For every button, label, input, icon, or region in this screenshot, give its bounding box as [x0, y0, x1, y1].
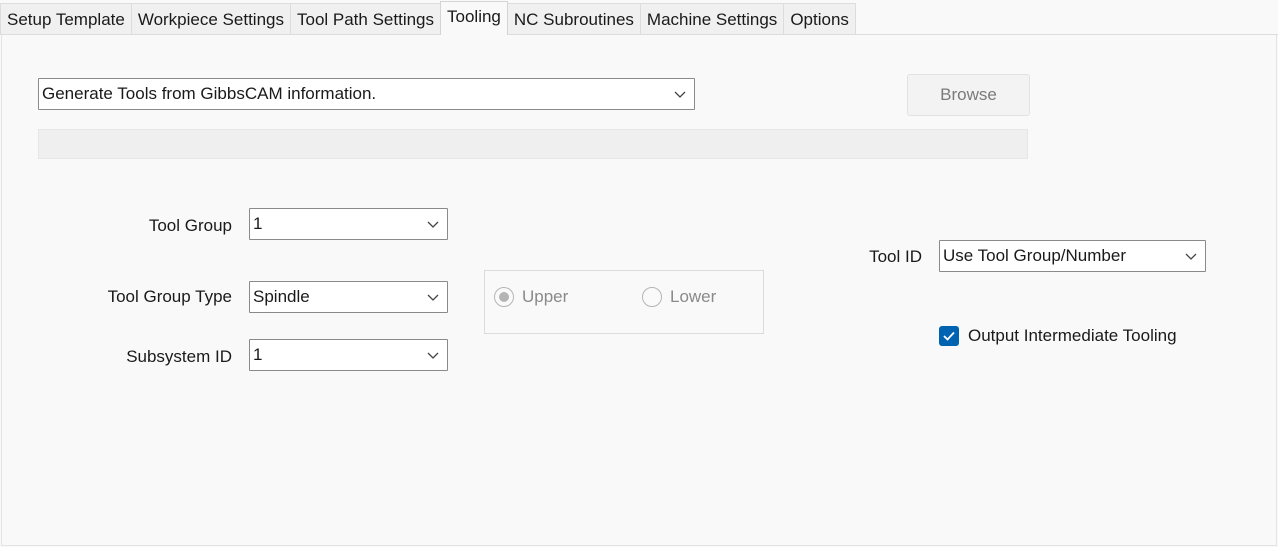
output-intermediate-tooling-checkbox[interactable]: Output Intermediate Tooling — [939, 326, 1177, 346]
output-intermediate-tooling-label: Output Intermediate Tooling — [968, 326, 1177, 345]
tool-group-type-value: Spindle — [253, 287, 310, 306]
chevron-down-icon — [427, 294, 439, 301]
tool-group-type-select[interactable]: Spindle — [249, 281, 448, 313]
lower-radio[interactable]: Lower — [642, 287, 716, 307]
tab-tool-path-settings[interactable]: Tool Path Settings — [289, 3, 442, 34]
upper-radio-label: Upper — [522, 287, 569, 306]
tool-group-type-label: Tool Group Type — [107, 287, 232, 306]
tab-setup-template[interactable]: Setup Template — [0, 3, 132, 34]
chevron-down-icon — [1185, 253, 1197, 260]
chevron-down-icon — [674, 91, 686, 98]
subsystem-id-select[interactable]: 1 — [249, 339, 448, 371]
checkmark-icon — [939, 326, 959, 346]
tab-nc-subroutines[interactable]: NC Subroutines — [506, 3, 641, 34]
tool-id-value: Use Tool Group/Number — [943, 246, 1126, 265]
tab-strip: Setup Template Workpiece Settings Tool P… — [0, 1, 1278, 35]
progress-bar — [38, 129, 1028, 159]
chevron-down-icon — [427, 221, 439, 228]
chevron-down-icon — [427, 352, 439, 359]
tab-machine-settings[interactable]: Machine Settings — [639, 3, 785, 34]
tool-id-label: Tool ID — [869, 247, 922, 266]
tool-group-label: Tool Group — [148, 216, 232, 235]
radio-unselected-icon — [642, 287, 662, 307]
browse-button[interactable]: Browse — [907, 74, 1030, 116]
subsystem-id-label: Subsystem ID — [126, 347, 232, 366]
subsystem-id-value: 1 — [253, 345, 263, 364]
tab-workpiece-settings[interactable]: Workpiece Settings — [130, 3, 291, 34]
tool-group-value: 1 — [253, 214, 263, 233]
tool-group-select[interactable]: 1 — [249, 208, 448, 240]
upper-radio[interactable]: Upper — [494, 287, 568, 307]
tool-id-select[interactable]: Use Tool Group/Number — [939, 240, 1206, 272]
tab-options[interactable]: Options — [783, 3, 856, 34]
radio-selected-icon — [494, 287, 514, 307]
tooling-dialog: Setup Template Workpiece Settings Tool P… — [0, 0, 1278, 547]
generate-tools-value: Generate Tools from GibbsCAM information… — [42, 84, 377, 103]
generate-tools-select[interactable]: Generate Tools from GibbsCAM information… — [38, 78, 695, 110]
tab-tooling[interactable]: Tooling — [440, 1, 508, 35]
lower-radio-label: Lower — [670, 287, 717, 306]
